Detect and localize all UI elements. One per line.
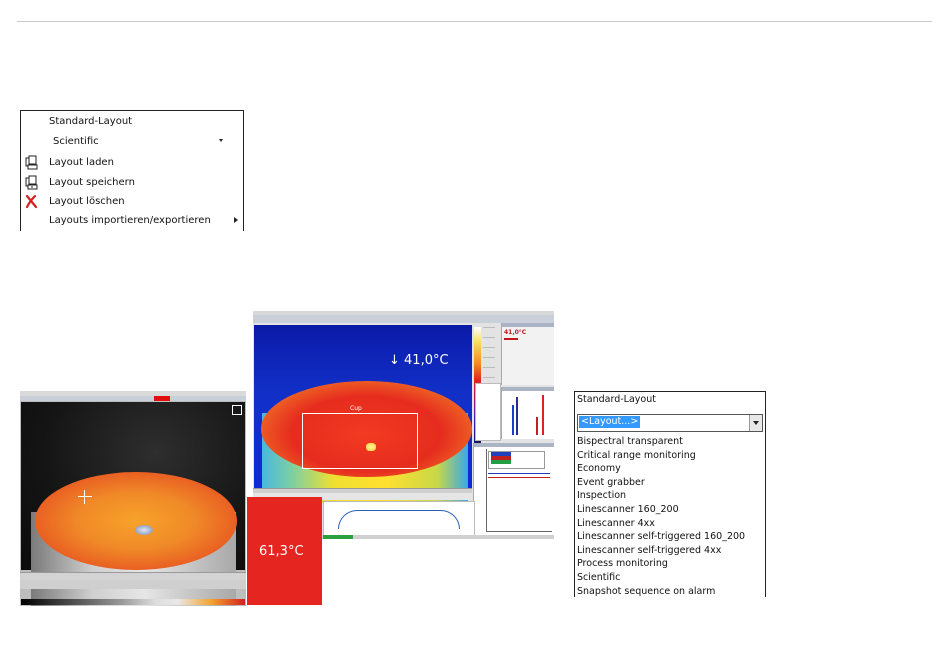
load-layout-icon bbox=[25, 155, 38, 170]
temperature-alarm-panel: 61,3°C bbox=[247, 497, 322, 605]
graph-line bbox=[488, 473, 550, 474]
center-hole bbox=[135, 525, 153, 535]
histogram-panel bbox=[501, 387, 554, 439]
temperature-scale bbox=[21, 599, 245, 605]
layout-selector: Standard-Layout <Layout...> Bispectral t… bbox=[574, 391, 766, 597]
profile-curve bbox=[338, 510, 460, 529]
graph-x-axis bbox=[486, 531, 552, 532]
histogram-spike bbox=[512, 405, 514, 435]
layout-option[interactable]: Bispectral transparent bbox=[577, 435, 683, 448]
crosshair-icon bbox=[78, 490, 92, 504]
layout-option[interactable]: Linescanner self-triggered 4xx bbox=[577, 544, 721, 557]
measurement-panel: 41,0°C bbox=[501, 323, 554, 385]
layout-menu: Standard-Layout Scientific Layout laden … bbox=[20, 110, 244, 231]
layout-selector-title: Standard-Layout bbox=[577, 394, 656, 405]
hot-spot bbox=[366, 443, 376, 451]
layout-option[interactable]: Economy bbox=[577, 462, 621, 475]
panel-header bbox=[474, 443, 554, 447]
layout-option[interactable]: Linescanner 160_200 bbox=[577, 503, 679, 516]
measurement-area bbox=[302, 413, 418, 469]
temperature-readout: ↓ 41,0°C bbox=[389, 353, 449, 368]
thermal-app-screenshot-left bbox=[20, 391, 246, 606]
histogram-spike bbox=[536, 417, 538, 435]
histogram-scale-panel bbox=[475, 383, 501, 441]
menu-item-label: Layout speichern bbox=[49, 177, 135, 188]
menu-item-layout-laden[interactable]: Layout laden bbox=[21, 153, 243, 172]
playback-bar bbox=[20, 572, 246, 580]
histogram-spike bbox=[516, 397, 518, 435]
graph-y-axis bbox=[486, 449, 487, 531]
playback-controls bbox=[20, 580, 246, 589]
layout-select-value: <Layout...> bbox=[579, 416, 641, 428]
top-divider bbox=[17, 21, 932, 22]
chevron-right-icon bbox=[234, 217, 238, 223]
layout-option[interactable]: Linescanner 4xx bbox=[577, 517, 655, 530]
menu-item-label: Layout laden bbox=[49, 157, 114, 168]
graph-legend bbox=[488, 451, 545, 469]
histogram-spike bbox=[542, 395, 544, 435]
chevron-down-icon bbox=[219, 139, 223, 142]
menu-item-standard-layout[interactable]: Standard-Layout bbox=[21, 112, 243, 131]
line-profile-plot bbox=[323, 501, 475, 536]
delete-icon bbox=[25, 194, 38, 209]
layout-option[interactable]: Process monitoring bbox=[577, 557, 668, 570]
menu-item-scientific[interactable]: Scientific bbox=[21, 132, 243, 151]
menu-item-label: Layouts importieren/exportieren bbox=[49, 215, 211, 226]
fullscreen-icon bbox=[232, 405, 242, 415]
toolbar bbox=[20, 396, 246, 401]
layout-option[interactable]: Critical range monitoring bbox=[577, 449, 696, 462]
status-indicator bbox=[323, 535, 353, 539]
hot-surface bbox=[35, 472, 237, 570]
panel-value-bar bbox=[504, 338, 518, 340]
measurement-area-label: Cup bbox=[350, 405, 362, 412]
layout-option[interactable]: Scientific bbox=[577, 571, 620, 584]
layout-option[interactable]: Inspection bbox=[577, 489, 626, 502]
layout-option[interactable]: Event grabber bbox=[577, 476, 645, 489]
menu-item-layouts-import-export[interactable]: Layouts importieren/exportieren bbox=[21, 211, 243, 230]
alarm-indicator bbox=[154, 396, 170, 401]
menu-item-label: Layout löschen bbox=[49, 196, 125, 207]
menu-item-layout-loeschen[interactable]: Layout löschen bbox=[21, 192, 243, 211]
alarm-temperature-value: 61,3°C bbox=[259, 544, 304, 559]
save-layout-icon bbox=[25, 175, 38, 190]
graph-line bbox=[488, 477, 550, 478]
menu-item-label: Standard-Layout bbox=[49, 116, 133, 127]
menu-item-layout-speichern[interactable]: Layout speichern bbox=[21, 173, 243, 192]
layout-option[interactable]: Linescanner self-triggered 160_200 bbox=[577, 530, 745, 543]
thermal-image bbox=[21, 402, 245, 606]
layout-option[interactable]: Snapshot sequence on alarm bbox=[577, 585, 715, 598]
chevron-down-icon[interactable] bbox=[749, 415, 762, 431]
panel-temperature-value: 41,0°C bbox=[504, 329, 527, 336]
toolbar bbox=[253, 315, 554, 323]
menu-item-label: Scientific bbox=[53, 136, 99, 147]
thermal-image: Cup ↓ 41,0°C bbox=[254, 325, 472, 503]
temperature-graph-panel bbox=[473, 443, 554, 539]
panel-header bbox=[502, 323, 554, 327]
panel-header bbox=[502, 387, 554, 391]
layout-select[interactable]: <Layout...> bbox=[577, 414, 763, 432]
